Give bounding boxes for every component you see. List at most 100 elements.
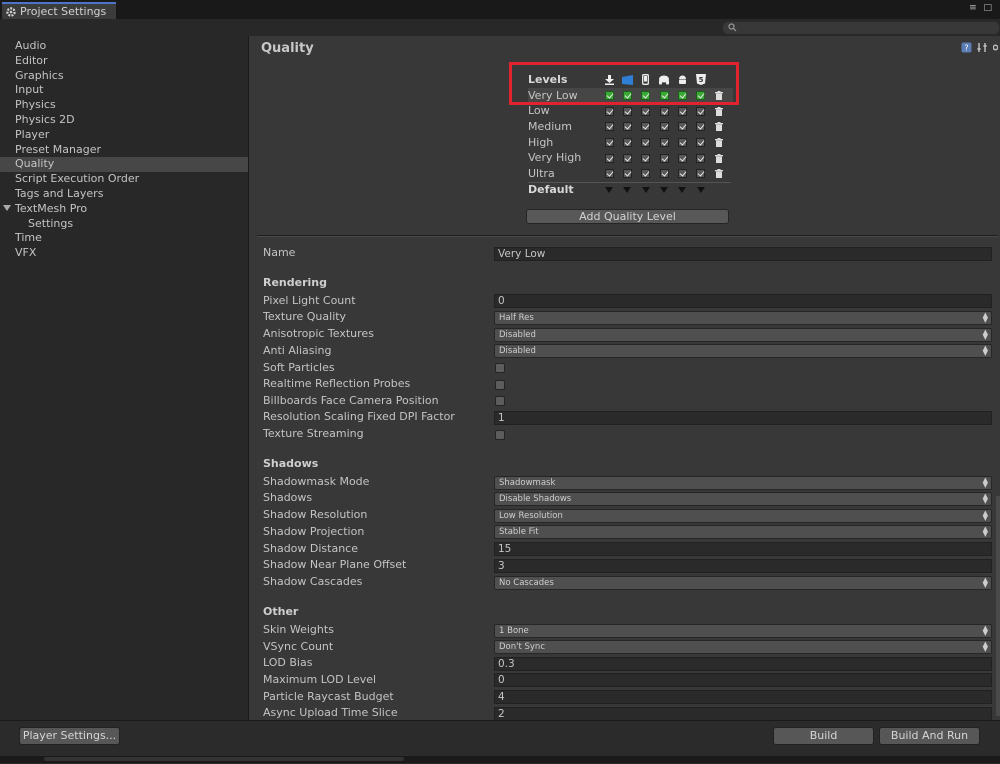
preset-icon[interactable] [977,42,988,53]
particle-raycast-budget-field[interactable]: 4 [494,690,992,704]
shadowmask-mode-label: Shadowmask Mode [263,475,370,488]
sidebar-item-vfx[interactable]: VFX [0,246,248,261]
build-and-run-button[interactable]: Build And Run [879,727,980,745]
platform-checkbox[interactable] [659,169,669,179]
level-row-high[interactable]: High [528,135,733,151]
platform-checkbox[interactable] [696,106,706,116]
build-button[interactable]: Build [773,727,874,745]
sidebar-item-physics[interactable]: Physics [0,98,248,113]
shadow-near-plane-field[interactable]: 3 [494,559,992,573]
platform-checkbox[interactable] [641,138,651,148]
dropdown-value: Disabled [499,346,536,356]
trash-icon[interactable] [714,122,723,132]
trash-icon[interactable] [714,106,723,116]
platform-checkbox[interactable] [604,138,614,148]
platform-checkbox[interactable] [604,106,614,116]
platform-checkbox[interactable] [604,153,614,163]
soft-particles-checkbox[interactable] [495,363,505,373]
billboards-checkbox[interactable] [495,396,505,406]
platform-checkbox[interactable] [641,106,651,116]
platform-checkbox[interactable] [622,122,632,132]
platform-checkbox[interactable] [677,122,687,132]
shadow-cascades-dropdown[interactable]: No Cascades ▲ ▼ [494,576,992,590]
default-dropdown-arrow-icon[interactable] [623,186,632,193]
name-field[interactable]: Very Low [494,247,992,261]
shadow-projection-dropdown[interactable]: Stable Fit ▲ ▼ [494,525,992,539]
sidebar-item-time[interactable]: Time [0,231,248,246]
lod-bias-field[interactable]: 0.3 [494,657,992,671]
platform-checkbox[interactable] [641,169,651,179]
dropdown-arrows-icon: ▲ ▼ [982,576,988,589]
maximum-lod-level-field[interactable]: 0 [494,673,992,687]
platform-checkbox[interactable] [641,122,651,132]
sidebar-item-physics-2d[interactable]: Physics 2D [0,113,248,128]
platform-checkbox[interactable] [659,106,669,116]
texture-quality-dropdown[interactable]: Half Res ▲ ▼ [494,311,992,325]
shadow-resolution-dropdown[interactable]: Low Resolution ▲ ▼ [494,509,992,523]
project-settings-tab[interactable]: Project Settings [2,2,116,19]
platform-checkbox[interactable] [659,153,669,163]
resolution-scaling-field[interactable]: 1 [494,411,992,425]
pixel-light-count-field[interactable]: 0 [494,294,992,308]
sidebar-item-tags-and-layers[interactable]: Tags and Layers [0,187,248,202]
platform-checkbox[interactable] [677,169,687,179]
window-menu-icon[interactable]: ≡ □ [969,3,994,13]
platform-checkbox[interactable] [622,106,632,116]
shadows-dropdown[interactable]: Disable Shadows ▲ ▼ [494,492,992,506]
level-row-medium[interactable]: Medium [528,119,733,135]
default-dropdown-arrow-icon[interactable] [696,186,705,193]
shadow-distance-field[interactable]: 15 [494,542,992,556]
platform-checkbox[interactable] [677,153,687,163]
skin-weights-dropdown[interactable]: 1 Bone ▲ ▼ [494,624,992,638]
platform-checkbox[interactable] [659,138,669,148]
async-upload-time-slice-field[interactable]: 2 [494,707,992,720]
search-input[interactable] [722,21,1000,35]
platform-checkbox[interactable] [622,169,632,179]
trash-icon[interactable] [714,153,723,163]
platform-checkbox[interactable] [659,122,669,132]
anisotropic-textures-dropdown[interactable]: Disabled ▲ ▼ [494,328,992,342]
platform-checkbox[interactable] [696,169,706,179]
trash-icon[interactable] [714,169,723,179]
sidebar-item-audio[interactable]: Audio [0,39,248,54]
default-dropdown-arrow-icon[interactable] [678,186,687,193]
sidebar-item-editor[interactable]: Editor [0,54,248,69]
add-quality-level-button[interactable]: Add Quality Level [526,209,729,224]
trash-icon[interactable] [714,138,723,148]
sidebar-item-textmesh-pro[interactable]: TextMesh Pro [0,202,248,217]
expand-arrow-icon[interactable] [3,204,11,211]
platform-checkbox[interactable] [696,153,706,163]
help-icon[interactable]: ? [961,42,972,53]
shadowmask-mode-dropdown[interactable]: Shadowmask ▲ ▼ [494,476,992,490]
sidebar-item-input[interactable]: Input [0,83,248,98]
vsync-count-dropdown[interactable]: Don't Sync ▲ ▼ [494,640,992,654]
platform-checkbox[interactable] [696,122,706,132]
platform-checkbox[interactable] [677,106,687,116]
sidebar-item-quality[interactable]: Quality [0,157,248,173]
default-dropdown-arrow-icon[interactable] [605,186,614,193]
platform-checkbox[interactable] [622,153,632,163]
platform-checkbox[interactable] [641,153,651,163]
settings-icon[interactable] [993,42,998,53]
sidebar-item-textmesh-settings[interactable]: Settings [0,217,248,232]
level-row-ultra[interactable]: Ultra [528,166,733,182]
sidebar-item-graphics[interactable]: Graphics [0,69,248,84]
anti-aliasing-dropdown[interactable]: Disabled ▲ ▼ [494,344,992,358]
sidebar-item-script-execution-order[interactable]: Script Execution Order [0,172,248,187]
realtime-reflection-probes-checkbox[interactable] [495,380,505,390]
skin-weights-label: Skin Weights [263,623,334,636]
default-dropdown-arrow-icon[interactable] [641,186,650,193]
platform-checkbox[interactable] [604,169,614,179]
texture-streaming-checkbox[interactable] [495,430,505,440]
sidebar-item-player[interactable]: Player [0,128,248,143]
default-dropdown-arrow-icon[interactable] [660,186,669,193]
platform-checkbox[interactable] [677,138,687,148]
sidebar-item-preset-manager[interactable]: Preset Manager [0,143,248,158]
vertical-scrollbar[interactable] [996,496,1000,716]
player-settings-button[interactable]: Player Settings... [19,727,120,745]
platform-checkbox[interactable] [604,122,614,132]
platform-checkbox[interactable] [696,138,706,148]
platform-checkbox[interactable] [622,138,632,148]
level-row-very-high[interactable]: Very High [528,150,733,166]
level-row-low[interactable]: Low [528,103,733,119]
